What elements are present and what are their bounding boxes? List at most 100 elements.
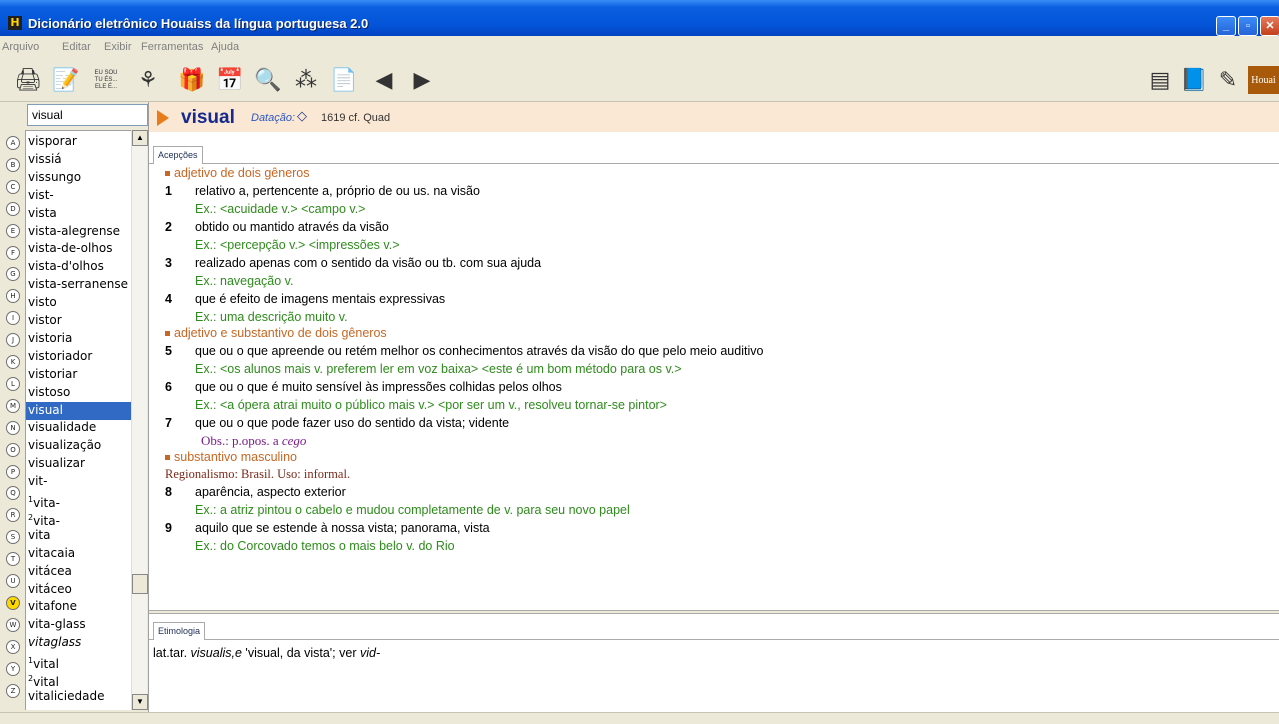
word-list-item[interactable]: vist- bbox=[26, 187, 132, 205]
menu-editar[interactable]: Editar bbox=[62, 41, 91, 53]
close-button[interactable]: ✕ bbox=[1260, 16, 1279, 36]
alphabet-letter-f[interactable]: F bbox=[6, 245, 20, 260]
word-list[interactable]: visporar vissiá vissungo vist-vista vista-al… bbox=[25, 130, 147, 710]
word-list-item[interactable]: vista-de-olhos bbox=[26, 240, 132, 258]
scroll-thumb[interactable] bbox=[132, 574, 148, 594]
pane-splitter[interactable] bbox=[149, 610, 1279, 614]
back-icon[interactable]: ◀ bbox=[370, 66, 398, 94]
word-list-item[interactable]: vissungo bbox=[26, 169, 132, 187]
minimize-button[interactable]: _ bbox=[1216, 16, 1236, 36]
menu-ajuda[interactable]: Ajuda bbox=[211, 41, 239, 53]
alphabet-letter-l[interactable]: L bbox=[6, 376, 20, 391]
book-icon[interactable]: 📘 bbox=[1180, 66, 1208, 94]
pen-book-icon[interactable]: ✎ bbox=[1214, 66, 1242, 94]
headword: visual bbox=[181, 107, 235, 128]
sense-text: obtido ou mantido através da visão bbox=[195, 220, 389, 234]
word-list-item[interactable]: vissiá bbox=[26, 151, 132, 169]
scroll-up-icon[interactable]: ▲ bbox=[132, 130, 148, 146]
word-list-item[interactable]: 1vital bbox=[26, 652, 132, 671]
alphabet-letter-m[interactable]: M bbox=[6, 398, 20, 413]
menu-arquivo[interactable]: Arquivo bbox=[2, 41, 39, 53]
alphabet-letter-g[interactable]: G bbox=[6, 267, 20, 282]
word-list-item[interactable]: vistoso bbox=[26, 384, 132, 402]
word-list-item[interactable]: vista-serranense bbox=[26, 276, 132, 294]
alphabet-letter-o[interactable]: O bbox=[6, 442, 20, 457]
word-list-item[interactable]: vistoriar bbox=[26, 366, 132, 384]
word-list-item[interactable]: vitaliciedade bbox=[26, 688, 132, 706]
alphabet-letter-x[interactable]: X bbox=[6, 639, 20, 654]
forward-icon[interactable]: ▶ bbox=[408, 66, 436, 94]
alphabet-letter-r[interactable]: R bbox=[6, 508, 20, 523]
alphabet-letter-p[interactable]: P bbox=[6, 464, 20, 479]
word-list-item[interactable]: vita-glass bbox=[26, 616, 132, 634]
alphabet-letter-s[interactable]: S bbox=[6, 530, 20, 545]
alphabet-letter-v[interactable]: V bbox=[6, 595, 20, 610]
sense-example: Ex.: uma descrição muito v. bbox=[195, 310, 348, 324]
alphabet-letter-a[interactable]: A bbox=[6, 136, 20, 150]
scroll-down-icon[interactable]: ▼ bbox=[132, 694, 148, 710]
definitions: adjetivo de dois gêneros 1 relativo a, p… bbox=[149, 156, 1279, 606]
search-input[interactable]: visual bbox=[27, 104, 148, 126]
alphabet-letter-w[interactable]: W bbox=[6, 617, 20, 632]
word-list-scrollbar[interactable]: ▲ ▼ bbox=[131, 130, 148, 710]
tab-etimologia[interactable]: Etimologia bbox=[153, 622, 206, 640]
word-list-item[interactable]: vistor bbox=[26, 312, 132, 330]
menu-ferramentas[interactable]: Ferramentas bbox=[141, 41, 203, 53]
alphabet-letter-z[interactable]: Z bbox=[6, 683, 20, 698]
toolbar: 🖨 📝 EU SOU TU ÉS... ELE É... ⚘ 🎁 📅 🔍 ⁂ 📄… bbox=[0, 58, 1279, 102]
word-list-item[interactable]: vista-d'olhos bbox=[26, 258, 132, 276]
word-list-item[interactable]: vistoria bbox=[26, 330, 132, 348]
word-list-item[interactable]: visto bbox=[26, 294, 132, 312]
sense-example: Ex.: navegação v. bbox=[195, 274, 294, 288]
play-icon[interactable] bbox=[157, 110, 169, 126]
conjugation-button[interactable]: EU SOU TU ÉS... ELE É... bbox=[92, 66, 120, 94]
print-icon[interactable]: 🖨 bbox=[14, 66, 42, 94]
calendar-icon[interactable]: 📅 bbox=[216, 66, 244, 94]
grapes-icon[interactable]: ⁂ bbox=[292, 66, 320, 94]
obs-link[interactable]: cego bbox=[282, 433, 307, 448]
word-list-item[interactable]: 2vita- bbox=[26, 509, 132, 528]
alphabet-letter-h[interactable]: H bbox=[6, 289, 20, 304]
word-list-item[interactable]: vitacaia bbox=[26, 545, 132, 563]
document-icon[interactable]: 📄 bbox=[330, 66, 358, 94]
datacao-icon[interactable]: ◇ bbox=[297, 109, 307, 124]
gift-icon[interactable]: 🎁 bbox=[178, 66, 206, 94]
word-list-item[interactable]: vitácea bbox=[26, 563, 132, 581]
word-list-item[interactable]: visualizar bbox=[26, 455, 132, 473]
search-icon[interactable]: 🔍 bbox=[254, 66, 282, 94]
word-list-item[interactable]: vista-alegrense bbox=[26, 223, 132, 241]
alphabet-letter-c[interactable]: C bbox=[6, 179, 20, 194]
alphabet-letter-q[interactable]: Q bbox=[6, 486, 20, 501]
alphabet-letter-k[interactable]: K bbox=[6, 355, 20, 369]
tree-icon[interactable]: ⚘ bbox=[134, 66, 162, 94]
window-icon[interactable]: ▤ bbox=[1146, 66, 1174, 94]
word-list-item[interactable]: vit- bbox=[26, 473, 132, 491]
word-list-item[interactable]: vita bbox=[26, 527, 132, 545]
alphabet-letter-d[interactable]: D bbox=[6, 201, 20, 216]
word-list-item[interactable]: vitafone bbox=[26, 598, 132, 616]
word-list-item[interactable]: vitáceo bbox=[26, 581, 132, 599]
word-list-item[interactable]: vista bbox=[26, 205, 132, 223]
alphabet-letter-u[interactable]: U bbox=[6, 574, 20, 588]
restore-button[interactable]: ▫ bbox=[1238, 16, 1258, 36]
word-list-item[interactable]: 1vita- bbox=[26, 491, 132, 510]
notepad-icon[interactable]: 📝 bbox=[52, 66, 80, 94]
word-list-item[interactable]: visual bbox=[26, 401, 132, 420]
word-list-item[interactable]: visualização bbox=[26, 437, 132, 455]
etymology-link[interactable]: vid- bbox=[360, 646, 380, 660]
alphabet-letter-j[interactable]: J bbox=[6, 333, 20, 348]
word-list-item[interactable]: 2vital bbox=[26, 670, 132, 689]
word-list-item[interactable]: vitaglass bbox=[26, 634, 132, 652]
houaiss-logo[interactable]: Houai bbox=[1248, 66, 1279, 94]
sense-example: Ex.: <percepção v.> <impressões v.> bbox=[195, 238, 400, 252]
alphabet-letter-b[interactable]: B bbox=[6, 157, 20, 172]
menu-exibir[interactable]: Exibir bbox=[104, 41, 132, 53]
alphabet-letter-t[interactable]: T bbox=[6, 552, 20, 567]
alphabet-letter-y[interactable]: Y bbox=[6, 661, 20, 676]
alphabet-letter-e[interactable]: E bbox=[6, 223, 20, 238]
word-list-item[interactable]: visualidade bbox=[26, 419, 132, 437]
alphabet-letter-n[interactable]: N bbox=[6, 420, 20, 435]
alphabet-letter-i[interactable]: I bbox=[6, 311, 20, 326]
word-list-item[interactable]: visporar bbox=[26, 133, 132, 151]
word-list-item[interactable]: vistoriador bbox=[26, 348, 132, 366]
